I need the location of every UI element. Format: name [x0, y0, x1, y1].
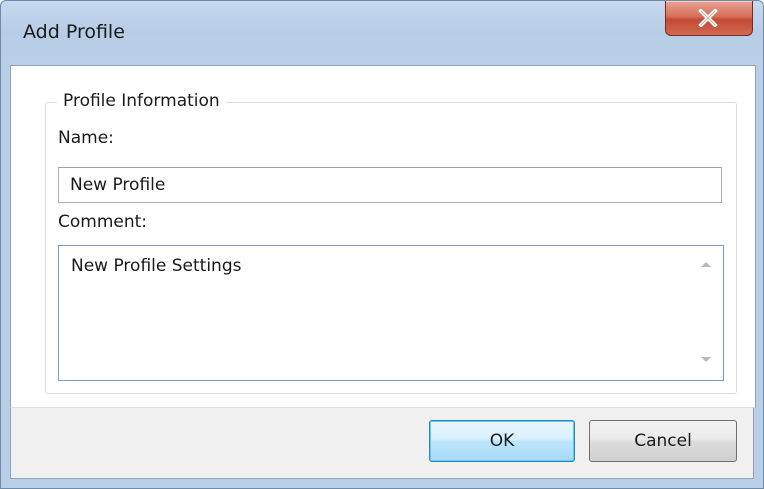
window-title: Add Profile [23, 21, 125, 43]
close-icon [698, 9, 718, 27]
scroll-down-button[interactable] [689, 346, 723, 376]
name-field[interactable] [58, 167, 722, 203]
cancel-button[interactable]: Cancel [589, 420, 737, 462]
comment-label: Comment: [58, 212, 148, 232]
dialog-content: Profile Information Name: Comment: New P… [10, 65, 756, 408]
scroll-up-arrow-icon [701, 262, 711, 267]
button-bar: OK Cancel [10, 407, 754, 479]
scroll-up-button[interactable] [689, 250, 723, 280]
comment-text: New Profile Settings [71, 256, 242, 276]
add-profile-dialog: Add Profile Profile Information Name: Co… [0, 0, 764, 489]
name-label: Name: [58, 128, 114, 148]
ok-button[interactable]: OK [429, 420, 575, 462]
profile-information-group: Profile Information Name: Comment: New P… [45, 91, 737, 394]
scroll-down-arrow-icon [701, 357, 711, 362]
comment-scrollbar[interactable] [689, 246, 723, 380]
group-legend: Profile Information [57, 91, 226, 111]
title-bar[interactable]: Add Profile [1, 1, 763, 65]
close-button[interactable] [665, 1, 753, 36]
comment-field[interactable]: New Profile Settings [58, 245, 724, 381]
